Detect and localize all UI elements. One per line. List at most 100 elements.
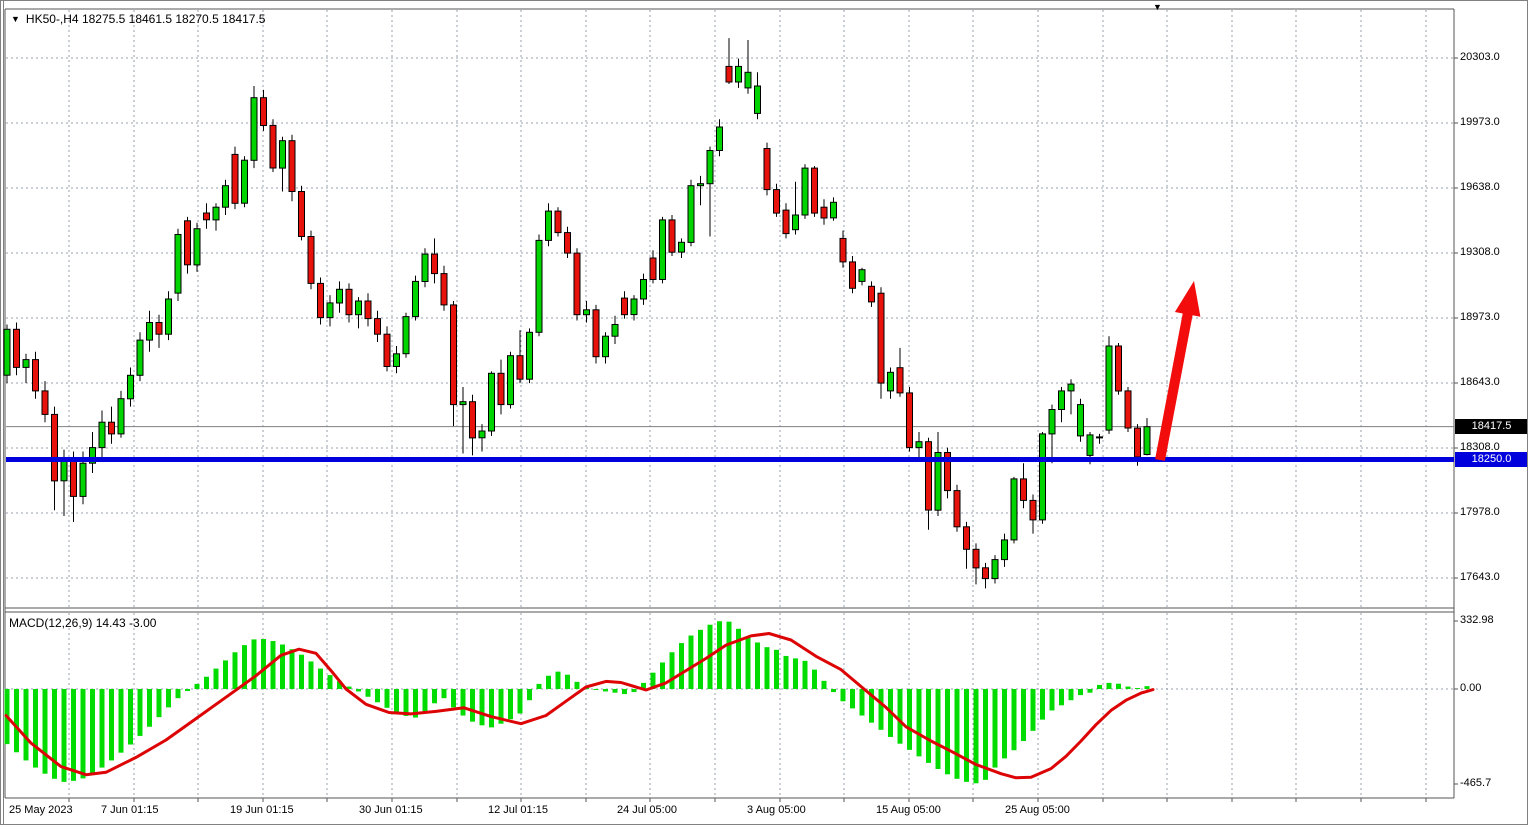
bear-candle-body <box>109 422 115 434</box>
macd-bar <box>508 689 513 719</box>
macd-bar <box>233 652 238 689</box>
bull-candle-body <box>745 72 751 88</box>
price-axis-label: 19638.0 <box>1460 181 1500 193</box>
price-axis-label: 19308.0 <box>1460 246 1500 258</box>
macd-bar <box>1069 689 1074 700</box>
bull-candle-body <box>755 86 761 113</box>
bear-candle-body <box>783 210 789 234</box>
macd-bar <box>33 689 38 768</box>
time-axis-label: 25 Aug 05:00 <box>1005 804 1070 816</box>
bull-candle-body <box>479 431 485 438</box>
symbol-ohlc-text: HK50-,H4 18275.5 18461.5 18270.5 18417.5 <box>26 12 266 26</box>
macd-bar <box>537 684 542 689</box>
current-price-tag: 18417.5 <box>1455 419 1528 434</box>
chart-plot-area[interactable] <box>1 1 1528 825</box>
macd-bar <box>81 689 86 778</box>
bear-candle-body <box>318 283 324 317</box>
macd-bar <box>727 622 732 689</box>
macd-bar <box>147 689 152 727</box>
bull-candle-body <box>1002 540 1008 560</box>
price-axis-label: 20303.0 <box>1460 51 1500 63</box>
bullish-arrow-annotation[interactable] <box>1155 281 1200 461</box>
macd-bar <box>736 629 741 689</box>
macd-bar <box>546 676 551 689</box>
macd-bar <box>613 689 618 693</box>
candles <box>4 38 1150 588</box>
macd-bar <box>746 637 751 689</box>
macd-bar <box>157 689 162 717</box>
bull-candle-body <box>23 360 29 368</box>
macd-axis-label: -465.7 <box>1460 777 1491 789</box>
macd-bar <box>261 639 266 689</box>
macd-bar <box>565 675 570 689</box>
bear-candle-body <box>669 220 675 252</box>
macd-bar <box>1116 684 1121 689</box>
bull-candle-body <box>1040 434 1046 520</box>
bull-candle-body <box>489 373 495 431</box>
symbol-dropdown-icon[interactable]: ▼ <box>11 14 20 24</box>
bear-candle-body <box>299 192 305 237</box>
bull-candle-body <box>1078 405 1084 436</box>
bull-candle-body <box>508 356 514 405</box>
macd-bar <box>774 650 779 689</box>
bull-candle-body <box>194 229 200 265</box>
macd-bar <box>404 689 409 716</box>
macd-bar <box>1050 689 1055 710</box>
bear-candle-body <box>973 549 979 568</box>
bear-candle-body <box>622 298 628 315</box>
macd-bar <box>803 661 808 689</box>
macd-bar <box>860 689 865 716</box>
bear-candle-body <box>470 402 476 438</box>
macd-bar <box>812 670 817 689</box>
bull-candle-body <box>717 127 723 151</box>
bull-candle-body <box>80 463 86 496</box>
bear-candle-body <box>384 334 390 366</box>
macd-bar <box>1078 689 1083 695</box>
macd-bar <box>24 689 29 760</box>
bull-candle-body <box>403 317 409 354</box>
bull-candle-body <box>280 141 286 168</box>
macd-bar <box>945 689 950 774</box>
bear-candle-body <box>1135 428 1141 457</box>
bear-candle-body <box>907 393 913 448</box>
chart-window[interactable]: ▼ HK50-,H4 18275.5 18461.5 18270.5 18417.… <box>0 0 1528 825</box>
macd-bar <box>328 675 333 689</box>
bull-candle-body <box>660 220 666 280</box>
macd-bar <box>679 643 684 689</box>
macd-bar <box>603 689 608 691</box>
macd-bar <box>195 684 200 689</box>
time-axis-label: 30 Jun 01:15 <box>359 804 423 816</box>
bull-candle-body <box>859 270 865 282</box>
scroll-end-marker-icon[interactable]: ▼ <box>1153 2 1162 12</box>
macd-histogram <box>5 621 1150 783</box>
bull-candle-body <box>137 340 143 375</box>
macd-bar <box>366 689 371 697</box>
bull-candle-body <box>1097 437 1103 438</box>
time-axis-label: 7 Jun 01:15 <box>101 804 159 816</box>
bear-candle-body <box>1116 346 1122 391</box>
macd-bar <box>442 689 447 698</box>
bull-candle-body <box>327 303 333 318</box>
time-axis-label: 25 May 2023 <box>9 804 73 816</box>
bull-candle-body <box>527 332 533 379</box>
bear-candle-body <box>954 491 960 527</box>
bear-candle-body <box>432 254 438 274</box>
macd-bar <box>90 689 95 774</box>
macd-bar <box>518 689 523 713</box>
bull-candle-body <box>99 422 105 447</box>
bull-candle-body <box>175 235 181 294</box>
bull-candle-body <box>1011 479 1017 540</box>
macd-bar <box>1021 689 1026 741</box>
macd-bar <box>318 669 323 689</box>
macd-bar <box>100 689 105 768</box>
macd-signal-line <box>6 634 1153 778</box>
bull-candle-body <box>536 240 542 332</box>
bear-candle-body <box>270 125 276 168</box>
macd-bar <box>917 689 922 756</box>
bull-candle-body <box>1144 427 1150 455</box>
bear-candle-body <box>204 213 210 220</box>
price-axis-label: 18973.0 <box>1460 311 1500 323</box>
support-level-line[interactable] <box>6 457 1454 462</box>
price-axis-label: 18643.0 <box>1460 376 1500 388</box>
bear-candle-body <box>983 568 989 579</box>
